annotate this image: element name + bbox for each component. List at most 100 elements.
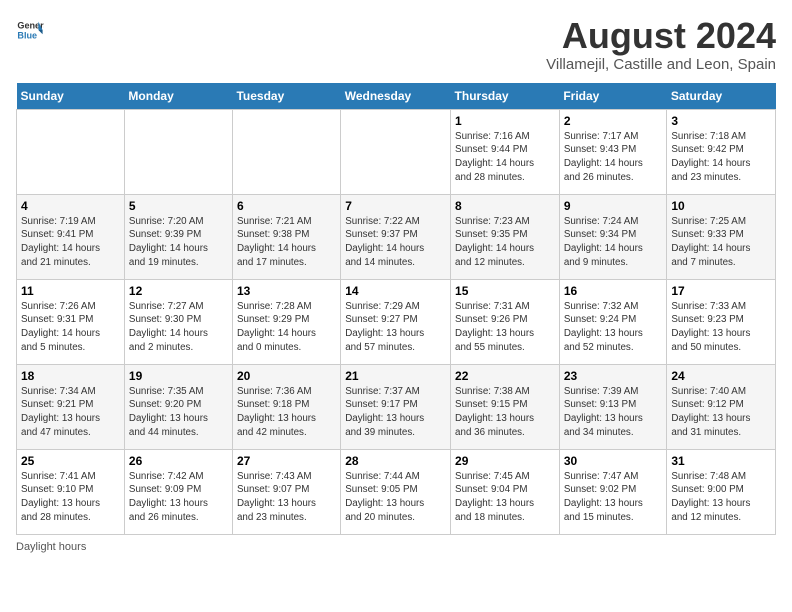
calendar-cell: 21Sunrise: 7:37 AM Sunset: 9:17 PM Dayli… bbox=[341, 364, 451, 449]
day-info: Sunrise: 7:48 AM Sunset: 9:00 PM Dayligh… bbox=[671, 470, 771, 525]
subtitle: Villamejil, Castille and Leon, Spain bbox=[546, 56, 776, 73]
calendar-week-row: 11 Sunrise: 7:26 AM Sunset: 9:31 PM Dayli… bbox=[17, 279, 776, 364]
svg-text:Blue: Blue bbox=[17, 30, 37, 40]
day-number: 27 bbox=[237, 454, 336, 468]
day-info: Sunrise: 7:20 AM Sunset: 9:39 PM Dayligh… bbox=[129, 215, 228, 270]
calendar-day-header: Saturday bbox=[667, 83, 776, 110]
calendar-cell: 14 Sunrise: 7:29 AM Sunset: 9:27 PM Dayli… bbox=[341, 279, 451, 364]
calendar-day-header: Monday bbox=[124, 83, 232, 110]
calendar-table: SundayMondayTuesdayWednesdayThursdayFrid… bbox=[16, 83, 776, 535]
calendar-cell bbox=[341, 109, 451, 194]
calendar-cell: 5 Sunrise: 7:20 AM Sunset: 9:39 PM Daylig… bbox=[124, 194, 232, 279]
day-info: Sunrise: 7:26 AM Sunset: 9:31 PM Dayligh… bbox=[21, 300, 120, 355]
day-info: Sunrise: 7:28 AM Sunset: 9:29 PM Dayligh… bbox=[237, 300, 336, 355]
calendar-cell: 1 Sunrise: 7:16 AM Sunset: 9:44 PM Daylig… bbox=[451, 109, 560, 194]
calendar-cell bbox=[17, 109, 125, 194]
day-info: Sunrise: 7:32 AM Sunset: 9:24 PM Dayligh… bbox=[564, 300, 663, 355]
calendar-cell: 23Sunrise: 7:39 AM Sunset: 9:13 PM Dayli… bbox=[559, 364, 667, 449]
day-info: Sunrise: 7:24 AM Sunset: 9:34 PM Dayligh… bbox=[564, 215, 663, 270]
calendar-week-row: 4Sunrise: 7:19 AM Sunset: 9:41 PM Daylig… bbox=[17, 194, 776, 279]
day-number: 31 bbox=[671, 454, 771, 468]
calendar-cell: 29 Sunrise: 7:45 AM Sunset: 9:04 PM Dayli… bbox=[451, 449, 560, 534]
day-number: 1 bbox=[455, 114, 555, 128]
calendar-cell: 22 Sunrise: 7:38 AM Sunset: 9:15 PM Dayli… bbox=[451, 364, 560, 449]
calendar-cell: 6 Sunrise: 7:21 AM Sunset: 9:38 PM Daylig… bbox=[232, 194, 340, 279]
day-number: 20 bbox=[237, 369, 336, 383]
calendar-header-row: SundayMondayTuesdayWednesdayThursdayFrid… bbox=[17, 83, 776, 110]
day-number: 11 bbox=[21, 284, 120, 298]
calendar-cell: 19 Sunrise: 7:35 AM Sunset: 9:20 PM Dayli… bbox=[124, 364, 232, 449]
calendar-day-header: Wednesday bbox=[341, 83, 451, 110]
day-number: 30 bbox=[564, 454, 663, 468]
day-info: Sunrise: 7:38 AM Sunset: 9:15 PM Dayligh… bbox=[455, 385, 555, 440]
day-number: 2 bbox=[564, 114, 663, 128]
calendar-cell: 8 Sunrise: 7:23 AM Sunset: 9:35 PM Daylig… bbox=[451, 194, 560, 279]
day-number: 12 bbox=[129, 284, 228, 298]
day-number: 3 bbox=[671, 114, 771, 128]
day-info: Sunrise: 7:29 AM Sunset: 9:27 PM Dayligh… bbox=[345, 300, 446, 355]
calendar-day-header: Thursday bbox=[451, 83, 560, 110]
main-title: August 2024 bbox=[546, 16, 776, 56]
day-number: 5 bbox=[129, 199, 228, 213]
calendar-day-header: Tuesday bbox=[232, 83, 340, 110]
day-number: 4 bbox=[21, 199, 120, 213]
day-info: Sunrise: 7:23 AM Sunset: 9:35 PM Dayligh… bbox=[455, 215, 555, 270]
calendar-cell: 28 Sunrise: 7:44 AM Sunset: 9:05 PM Dayli… bbox=[341, 449, 451, 534]
calendar-cell bbox=[232, 109, 340, 194]
day-number: 9 bbox=[564, 199, 663, 213]
day-info: Sunrise: 7:31 AM Sunset: 9:26 PM Dayligh… bbox=[455, 300, 555, 355]
calendar-cell: 17Sunrise: 7:33 AM Sunset: 9:23 PM Dayli… bbox=[667, 279, 776, 364]
day-number: 13 bbox=[237, 284, 336, 298]
day-number: 23 bbox=[564, 369, 663, 383]
day-number: 7 bbox=[345, 199, 446, 213]
calendar-cell: 2 Sunrise: 7:17 AM Sunset: 9:43 PM Daylig… bbox=[559, 109, 667, 194]
day-number: 28 bbox=[345, 454, 446, 468]
calendar-cell: 11 Sunrise: 7:26 AM Sunset: 9:31 PM Dayli… bbox=[17, 279, 125, 364]
day-info: Sunrise: 7:21 AM Sunset: 9:38 PM Dayligh… bbox=[237, 215, 336, 270]
day-info: Sunrise: 7:22 AM Sunset: 9:37 PM Dayligh… bbox=[345, 215, 446, 270]
day-number: 25 bbox=[21, 454, 120, 468]
day-number: 15 bbox=[455, 284, 555, 298]
day-info: Sunrise: 7:47 AM Sunset: 9:02 PM Dayligh… bbox=[564, 470, 663, 525]
calendar-cell: 18Sunrise: 7:34 AM Sunset: 9:21 PM Dayli… bbox=[17, 364, 125, 449]
day-number: 17 bbox=[671, 284, 771, 298]
day-number: 10 bbox=[671, 199, 771, 213]
day-number: 19 bbox=[129, 369, 228, 383]
day-number: 21 bbox=[345, 369, 446, 383]
footer-daylight: Daylight hours bbox=[16, 541, 776, 553]
calendar-cell: 31 Sunrise: 7:48 AM Sunset: 9:00 PM Dayli… bbox=[667, 449, 776, 534]
day-info: Sunrise: 7:41 AM Sunset: 9:10 PM Dayligh… bbox=[21, 470, 120, 525]
calendar-cell: 9 Sunrise: 7:24 AM Sunset: 9:34 PM Daylig… bbox=[559, 194, 667, 279]
day-number: 22 bbox=[455, 369, 555, 383]
day-number: 14 bbox=[345, 284, 446, 298]
day-info: Sunrise: 7:25 AM Sunset: 9:33 PM Dayligh… bbox=[671, 215, 771, 270]
day-info: Sunrise: 7:16 AM Sunset: 9:44 PM Dayligh… bbox=[455, 130, 555, 185]
calendar-week-row: 1 Sunrise: 7:16 AM Sunset: 9:44 PM Daylig… bbox=[17, 109, 776, 194]
logo-icon: General Blue bbox=[16, 16, 44, 44]
day-number: 8 bbox=[455, 199, 555, 213]
header: General Blue August 2024 Villamejil, Cas… bbox=[16, 16, 776, 73]
day-number: 6 bbox=[237, 199, 336, 213]
calendar-cell: 3 Sunrise: 7:18 AM Sunset: 9:42 PM Daylig… bbox=[667, 109, 776, 194]
title-area: August 2024 Villamejil, Castille and Leo… bbox=[546, 16, 776, 73]
calendar-cell: 16 Sunrise: 7:32 AM Sunset: 9:24 PM Dayli… bbox=[559, 279, 667, 364]
day-info: Sunrise: 7:18 AM Sunset: 9:42 PM Dayligh… bbox=[671, 130, 771, 185]
day-info: Sunrise: 7:17 AM Sunset: 9:43 PM Dayligh… bbox=[564, 130, 663, 185]
calendar-day-header: Friday bbox=[559, 83, 667, 110]
day-info: Sunrise: 7:34 AM Sunset: 9:21 PM Dayligh… bbox=[21, 385, 120, 440]
day-info: Sunrise: 7:44 AM Sunset: 9:05 PM Dayligh… bbox=[345, 470, 446, 525]
day-info: Sunrise: 7:36 AM Sunset: 9:18 PM Dayligh… bbox=[237, 385, 336, 440]
calendar-cell: 26Sunrise: 7:42 AM Sunset: 9:09 PM Dayli… bbox=[124, 449, 232, 534]
calendar-cell: 20 Sunrise: 7:36 AM Sunset: 9:18 PM Dayli… bbox=[232, 364, 340, 449]
day-number: 26 bbox=[129, 454, 228, 468]
day-info: Sunrise: 7:35 AM Sunset: 9:20 PM Dayligh… bbox=[129, 385, 228, 440]
calendar-cell bbox=[124, 109, 232, 194]
day-info: Sunrise: 7:27 AM Sunset: 9:30 PM Dayligh… bbox=[129, 300, 228, 355]
day-info: Sunrise: 7:43 AM Sunset: 9:07 PM Dayligh… bbox=[237, 470, 336, 525]
day-number: 29 bbox=[455, 454, 555, 468]
day-number: 16 bbox=[564, 284, 663, 298]
calendar-cell: 12 Sunrise: 7:27 AM Sunset: 9:30 PM Dayli… bbox=[124, 279, 232, 364]
calendar-cell: 7 Sunrise: 7:22 AM Sunset: 9:37 PM Daylig… bbox=[341, 194, 451, 279]
day-info: Sunrise: 7:45 AM Sunset: 9:04 PM Dayligh… bbox=[455, 470, 555, 525]
calendar-cell: 25 Sunrise: 7:41 AM Sunset: 9:10 PM Dayli… bbox=[17, 449, 125, 534]
